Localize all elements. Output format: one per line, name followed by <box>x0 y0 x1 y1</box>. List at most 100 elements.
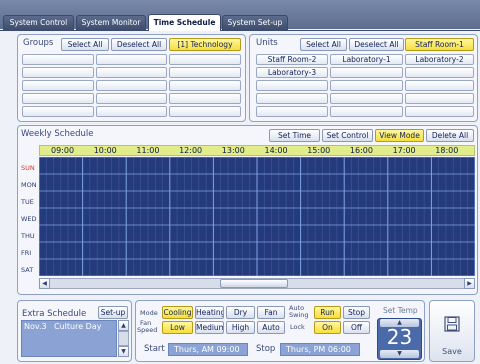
weekly-schedule-title: Weekly Schedule <box>21 129 94 139</box>
tab-system-control[interactable]: System Control <box>3 15 74 30</box>
set-control-button[interactable]: Set Control <box>322 129 373 142</box>
day-label: TUE <box>21 198 34 206</box>
day-label: FRI <box>21 249 32 257</box>
unit-laboratory-2[interactable]: Laboratory-2 <box>405 54 474 65</box>
temp-value: 23 <box>386 325 413 349</box>
unit-laboratory-3[interactable]: Laboratory-3 <box>256 67 328 78</box>
unit-slot[interactable] <box>256 93 328 104</box>
floppy-disk-icon <box>444 316 460 332</box>
extra-scroll-up-icon[interactable]: ▲ <box>118 320 129 331</box>
unit-slot[interactable] <box>330 80 403 91</box>
speed-low-button[interactable]: Low <box>162 321 193 334</box>
mode-fan-button[interactable]: Fan <box>257 306 285 319</box>
day-label: MON <box>21 181 37 189</box>
scroll-left-icon[interactable]: ◀ <box>39 278 50 289</box>
unit-slot[interactable] <box>405 80 474 91</box>
extra-schedule-title: Extra Schedule <box>22 309 87 319</box>
unit-slot[interactable] <box>330 67 403 78</box>
temp-down-icon[interactable]: ▼ <box>380 350 419 358</box>
start-time-field[interactable]: Thurs, AM 09:00 <box>168 343 248 356</box>
speed-high-button[interactable]: High <box>226 321 255 334</box>
group-slot[interactable] <box>22 80 94 91</box>
extra-name: Culture Day <box>54 322 102 331</box>
tab-system-setup[interactable]: System Set-up <box>222 15 288 30</box>
auto-swing-label-2: Swing <box>289 311 309 319</box>
scroll-right-icon[interactable]: ▶ <box>464 278 475 289</box>
save-label: Save <box>442 347 462 356</box>
fan-speed-label-2: Speed <box>137 326 158 334</box>
unit-slot[interactable] <box>405 106 474 117</box>
day-label: WED <box>21 215 37 223</box>
units-title: Units <box>256 38 278 48</box>
groups-select-all-button[interactable]: Select All <box>61 38 109 51</box>
extra-setup-button[interactable]: Set-up <box>98 306 128 319</box>
speed-medium-button[interactable]: Medium <box>195 321 224 334</box>
hour-label: 16:00 <box>349 146 373 155</box>
hour-label: 12:00 <box>179 146 203 155</box>
units-deselect-all-button[interactable]: Deselect All <box>349 38 404 51</box>
unit-slot[interactable] <box>405 93 474 104</box>
group-slot[interactable] <box>96 106 167 117</box>
unit-slot[interactable] <box>256 106 328 117</box>
mode-cooling-button[interactable]: Cooling <box>162 306 193 319</box>
stop-label: Stop <box>256 344 276 354</box>
extra-scroll-down-icon[interactable]: ▼ <box>118 346 129 357</box>
group-slot[interactable] <box>169 67 241 78</box>
group-slot[interactable] <box>96 54 167 65</box>
stop-time-field[interactable]: Thurs, PM 06:00 <box>280 343 360 356</box>
scroll-thumb[interactable] <box>220 279 288 288</box>
start-label: Start <box>144 344 165 354</box>
unit-slot[interactable] <box>256 80 328 91</box>
hour-label: 15:00 <box>307 146 331 155</box>
group-slot[interactable] <box>22 106 94 117</box>
units-select-all-button[interactable]: Select All <box>300 38 347 51</box>
group-slot[interactable] <box>169 93 241 104</box>
hour-label: 11:00 <box>136 146 160 155</box>
hour-label: 18:00 <box>435 146 459 155</box>
swing-run-button[interactable]: Run <box>314 306 341 319</box>
schedule-grid[interactable] <box>39 157 475 276</box>
hour-label: 13:00 <box>221 146 245 155</box>
lock-on-button[interactable]: On <box>314 321 341 334</box>
tab-divider <box>0 30 480 31</box>
hour-label: 14:00 <box>264 146 288 155</box>
unit-laboratory-1[interactable]: Laboratory-1 <box>330 54 403 65</box>
group-slot[interactable] <box>169 80 241 91</box>
group-technology[interactable]: [1] Technology <box>169 38 241 51</box>
tab-time-schedule[interactable]: Time Schedule <box>148 14 221 31</box>
speed-auto-button[interactable]: Auto <box>257 321 285 334</box>
day-label: SAT <box>21 266 34 274</box>
groups-deselect-all-button[interactable]: Deselect All <box>111 38 167 51</box>
group-slot[interactable] <box>169 54 241 65</box>
lock-off-button[interactable]: Off <box>343 321 370 334</box>
mode-dry-button[interactable]: Dry <box>226 306 255 319</box>
unit-slot[interactable] <box>405 67 474 78</box>
group-slot[interactable] <box>22 54 94 65</box>
mode-label: Mode <box>140 309 158 317</box>
day-label: SUN <box>21 164 35 172</box>
extra-scrollbar[interactable] <box>118 331 129 346</box>
tab-system-monitor[interactable]: System Monitor <box>76 15 146 30</box>
hour-label: 17:00 <box>392 146 416 155</box>
hour-label: 10:00 <box>93 146 117 155</box>
mode-heating-button[interactable]: Heating <box>195 306 224 319</box>
unit-staff-room-2[interactable]: Staff Room-2 <box>256 54 328 65</box>
delete-all-button[interactable]: Delete All <box>426 129 474 142</box>
group-slot[interactable] <box>22 93 94 104</box>
group-slot[interactable] <box>22 67 94 78</box>
groups-title: Groups <box>23 38 54 48</box>
unit-slot[interactable] <box>330 93 403 104</box>
swing-stop-button[interactable]: Stop <box>343 306 370 319</box>
group-slot[interactable] <box>96 93 167 104</box>
unit-slot[interactable] <box>330 106 403 117</box>
set-time-button[interactable]: Set Time <box>269 129 320 142</box>
set-temp-label: Set Temp <box>383 306 418 315</box>
group-slot[interactable] <box>96 80 167 91</box>
view-mode-button[interactable]: View Mode <box>375 129 424 142</box>
unit-staff-room-1[interactable]: Staff Room-1 <box>405 38 474 51</box>
group-slot[interactable] <box>169 106 241 117</box>
group-slot[interactable] <box>96 67 167 78</box>
extra-date: Nov.3 <box>24 322 47 331</box>
day-label: THU <box>21 232 35 240</box>
lock-label: Lock <box>290 323 305 331</box>
